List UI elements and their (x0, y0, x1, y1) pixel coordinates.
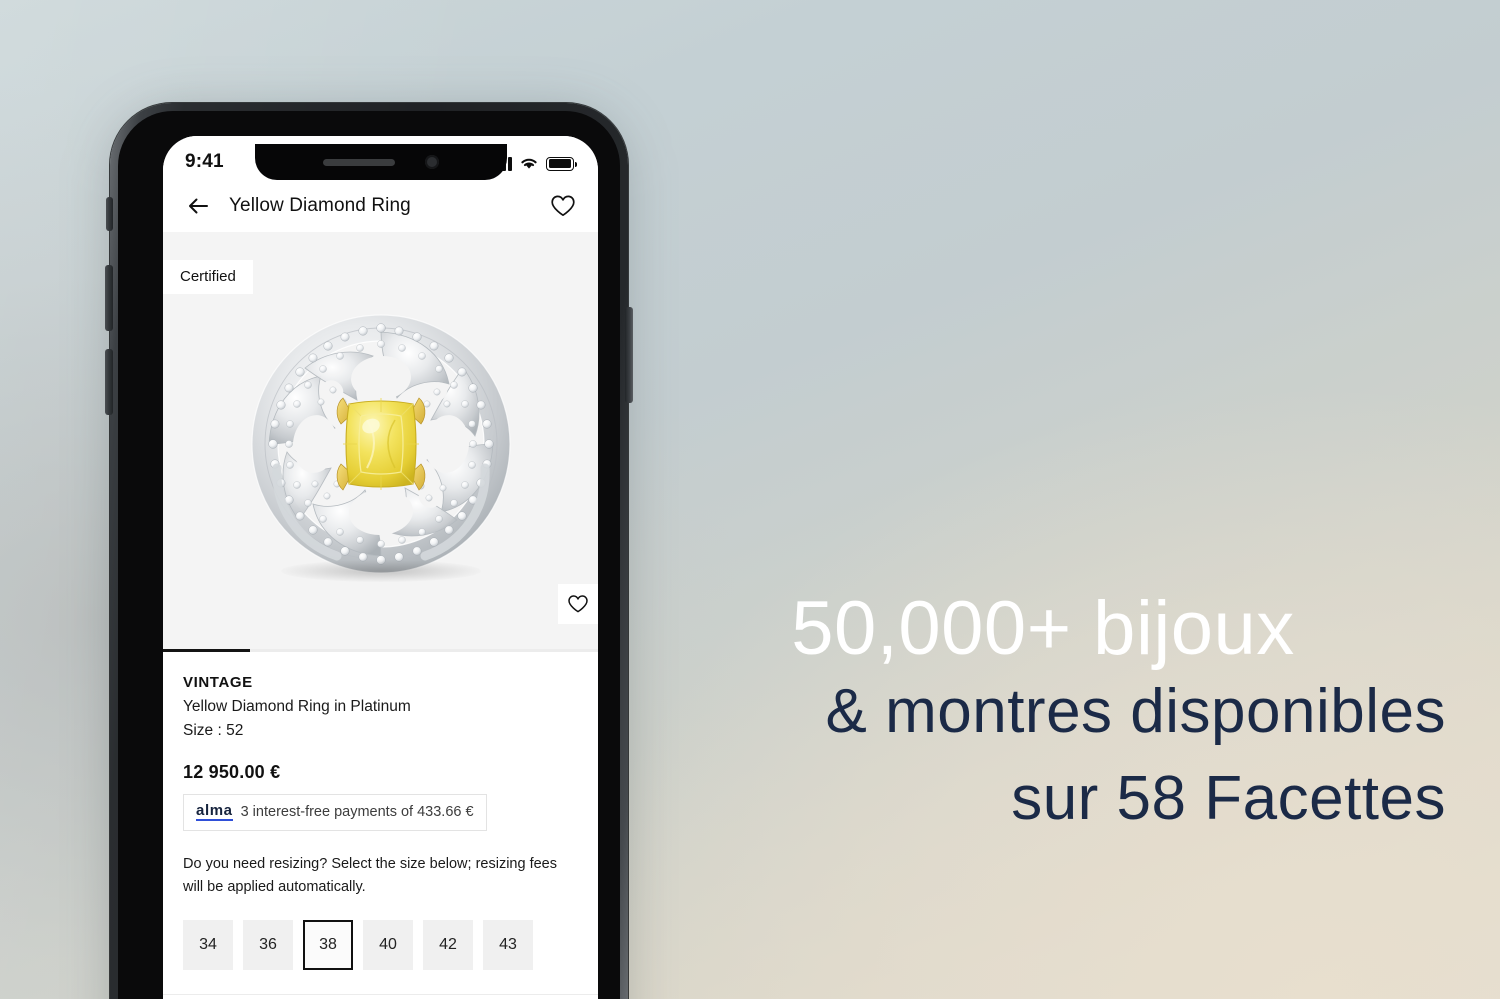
volume-down-button[interactable] (105, 349, 113, 415)
marketing-line-2: & montres disponibles (825, 676, 1446, 746)
product-brand: VINTAGE (183, 674, 253, 691)
diamond-ring-illustration (250, 314, 511, 574)
certified-badge: Certified (163, 260, 253, 294)
size-option[interactable]: 40 (363, 919, 413, 970)
power-button[interactable] (625, 307, 633, 403)
favorite-floating-button[interactable] (558, 584, 598, 624)
wifi-icon (521, 158, 537, 169)
product-details: VINTAGE Yellow Diamond Ring in Platinum … (163, 652, 598, 999)
earpiece-speaker-icon (322, 158, 395, 166)
gallery-page-indicator[interactable] (163, 649, 598, 652)
volume-up-button[interactable] (105, 265, 113, 331)
resize-note: Do you need resizing? Select the size be… (183, 856, 557, 896)
heart-outline-icon[interactable] (550, 193, 576, 219)
product-image-shadow (280, 560, 481, 582)
status-time: 9:41 (185, 151, 224, 172)
size-option[interactable]: 34 (183, 919, 233, 970)
marketing-line-3: sur 58 Facettes (1011, 763, 1446, 833)
size-option[interactable]: 43 (483, 919, 533, 970)
marketing-copy: 50,000+ bijoux & montres disponibles sur… (640, 590, 1450, 841)
size-option[interactable]: 36 (243, 919, 293, 970)
battery-icon (546, 156, 577, 171)
marketing-line-1: 50,000+ bijoux (791, 586, 1295, 671)
product-price: 12 950.00 € (183, 762, 281, 782)
size-option-selected[interactable]: 38 (303, 919, 353, 970)
alma-payment-text: 3 interest-free payments of 433.66 € (240, 804, 474, 820)
alma-logo: alma (196, 802, 233, 821)
phone-mockup: 9:41 Yellow Diamond Ring Certified VINTA… (105, 103, 633, 999)
phone-bezel: 9:41 Yellow Diamond Ring Certified VINTA… (118, 111, 620, 999)
phone-body: 9:41 Yellow Diamond Ring Certified VINTA… (105, 103, 633, 999)
product-size: Size : 52 (183, 722, 244, 739)
product-image (231, 292, 531, 592)
size-option[interactable]: 42 (423, 919, 473, 970)
poster-canvas: 50,000+ bijoux & montres disponibles sur… (0, 0, 1500, 999)
product-name: Yellow Diamond Ring in Platinum (183, 698, 411, 715)
arrow-left-icon[interactable] (185, 193, 211, 219)
size-selector[interactable]: 34 36 38 40 42 43 (183, 919, 578, 970)
cta-divider (163, 993, 598, 995)
product-gallery[interactable]: Certified (163, 232, 598, 652)
front-camera-icon (424, 155, 439, 169)
heart-outline-icon (568, 595, 588, 613)
alma-payment-banner[interactable]: alma 3 interest-free payments of 433.66 … (183, 794, 487, 831)
phone-screen: 9:41 Yellow Diamond Ring Certified VINTA… (163, 136, 598, 999)
phone-notch (254, 144, 507, 180)
app-navigation-bar: Yellow Diamond Ring (163, 180, 598, 232)
silent-switch[interactable] (106, 197, 113, 231)
page-title: Yellow Diamond Ring (229, 195, 411, 216)
